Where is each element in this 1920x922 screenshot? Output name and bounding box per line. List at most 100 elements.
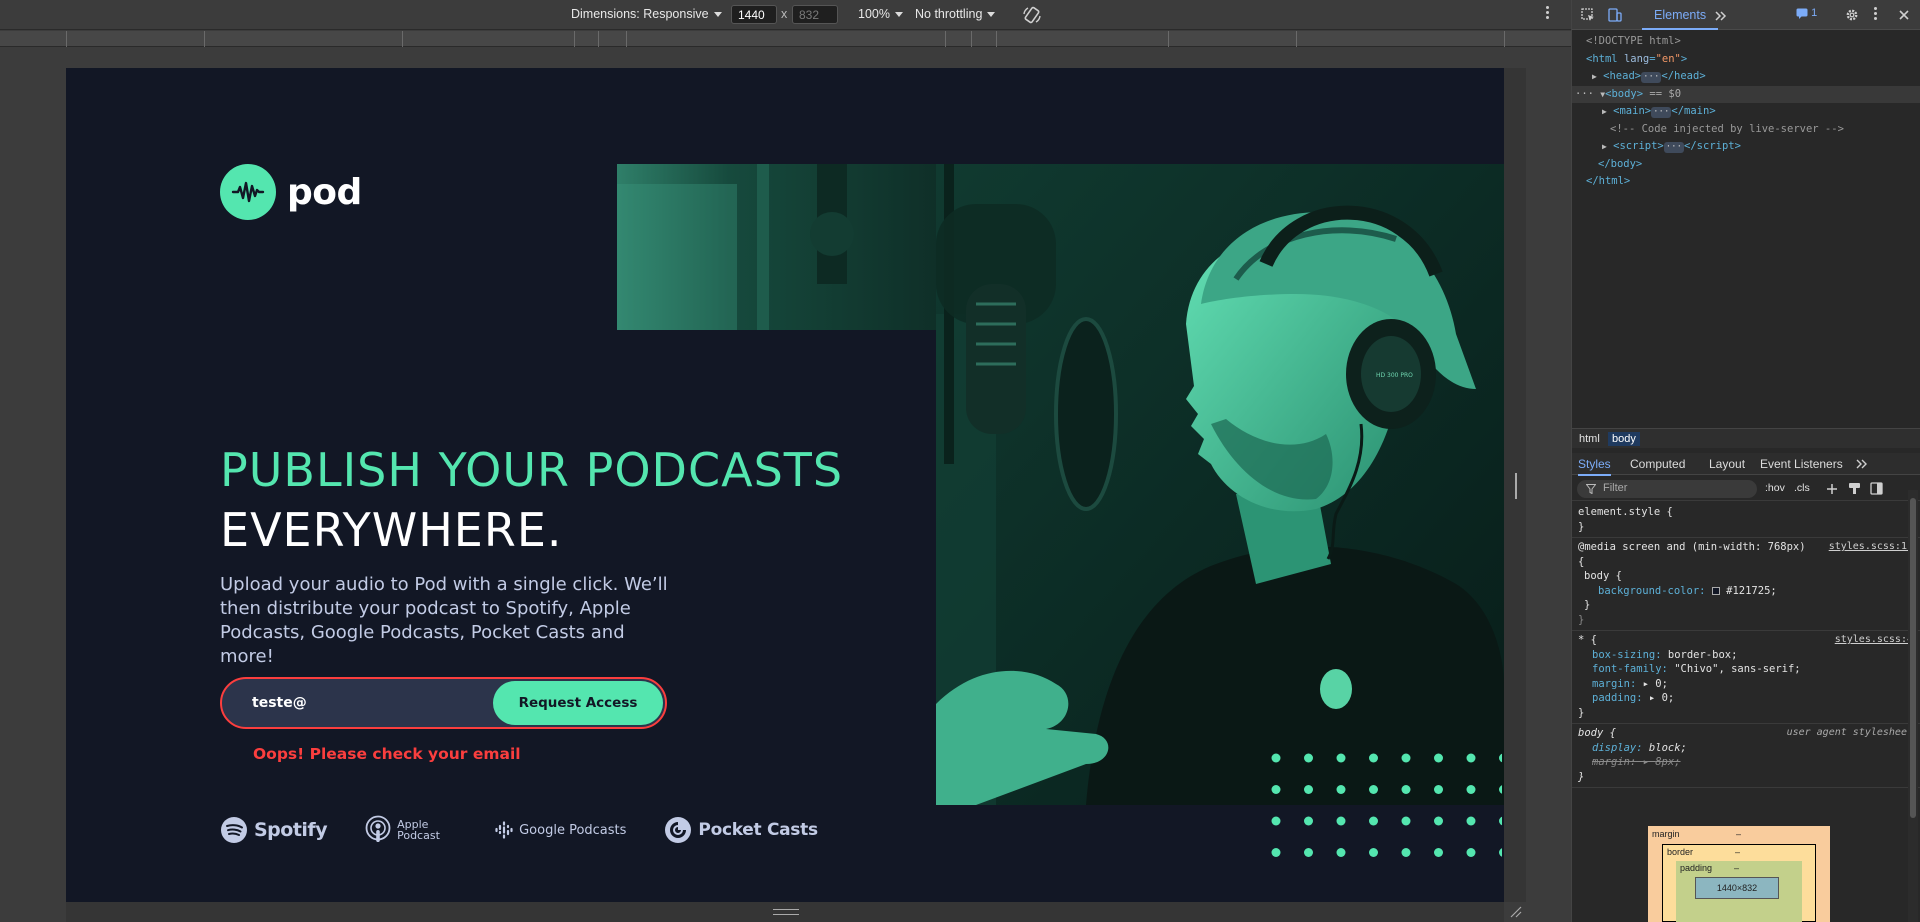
dom-html-close[interactable]: </html> — [1572, 173, 1920, 191]
platform-logos: Spotify Apple Podcast Google Podcasts Po… — [220, 810, 856, 850]
box-model-content[interactable]: 1440×832 — [1695, 877, 1779, 899]
box-model-padding-label: padding — [1680, 863, 1713, 873]
box-model-border-label: border — [1667, 847, 1694, 857]
color-swatch[interactable] — [1711, 586, 1720, 595]
rotate-icon[interactable] — [1022, 5, 1042, 25]
rule-selector: element.style { — [1578, 506, 1673, 518]
dom-comment[interactable]: <!-- Code injected by live-server --> — [1572, 121, 1920, 139]
zoom-dropdown[interactable]: 100% — [858, 7, 903, 21]
rule-element-style[interactable]: element.style { } — [1572, 503, 1920, 538]
rule-source-link[interactable]: styles.scss:4 — [1835, 633, 1913, 648]
request-access-button[interactable]: Request Access — [493, 681, 663, 725]
issues-badge[interactable]: 1 — [1796, 7, 1817, 19]
dom-script-node[interactable]: ▶ <script> ··· </script> — [1572, 138, 1920, 156]
filter-icon — [1586, 484, 1596, 494]
tab-styles[interactable]: Styles — [1578, 457, 1611, 476]
pattern-dot — [1434, 848, 1443, 857]
spotify-label: Spotify — [254, 819, 328, 841]
dom-html-node[interactable]: <html lang="en"> — [1572, 51, 1920, 69]
tab-elements[interactable]: Elements — [1642, 0, 1719, 30]
box-model-border-value: – — [1735, 847, 1741, 857]
grip-icon — [773, 909, 799, 915]
zoom-label: 100% — [858, 7, 890, 21]
tab-computed[interactable]: Computed — [1630, 457, 1685, 471]
more-tabs-icon[interactable] — [1714, 9, 1728, 23]
cls-toggle[interactable]: .cls — [1794, 482, 1810, 494]
email-error-message: Oops! Please check your email — [253, 745, 521, 763]
devtools-menu-icon[interactable] — [1874, 7, 1878, 23]
width-input[interactable]: 1440 — [731, 5, 777, 24]
css-declaration[interactable]: padding: ▸ 0; — [1578, 691, 1915, 706]
pattern-dot — [1499, 785, 1502, 794]
pattern-dot — [1336, 816, 1346, 826]
more-tabs-icon[interactable] — [1856, 459, 1868, 469]
pattern-dot — [1304, 785, 1313, 794]
rule-close: } — [1578, 613, 1585, 626]
more-options-icon[interactable] — [1546, 6, 1550, 22]
pod-logo[interactable]: pod — [220, 164, 362, 220]
styles-pane: element.style { } styles.scss:11 @media … — [1572, 503, 1920, 823]
pocket-casts-label: Pocket Casts — [698, 820, 818, 840]
height-input[interactable]: 832 — [792, 5, 838, 24]
dom-head-node[interactable]: ▶ <head> ··· </head> — [1572, 68, 1920, 86]
rule-selector: body { — [1584, 570, 1622, 582]
rule-universal[interactable]: styles.scss:4 * { box-sizing: border-box… — [1572, 631, 1920, 724]
styles-scrollbar[interactable] — [1908, 490, 1918, 922]
soundwave-icon — [220, 164, 276, 220]
css-declaration[interactable]: margin: ▸ 0; — [1578, 677, 1915, 692]
pattern-dot — [1401, 753, 1411, 763]
corner-resize-icon[interactable] — [1508, 904, 1522, 918]
css-declaration[interactable]: box-sizing: border-box; — [1578, 648, 1915, 663]
breadcrumb: html body — [1572, 428, 1920, 448]
breadcrumb-html[interactable]: html — [1575, 432, 1604, 446]
pattern-dot — [1434, 753, 1443, 763]
add-rule-icon[interactable] — [1826, 483, 1838, 495]
css-declaration-overridden[interactable]: margin: ▸ 8px; — [1578, 755, 1915, 770]
pattern-dot — [1499, 753, 1502, 763]
sidebar-toggle-icon[interactable] — [1870, 482, 1883, 495]
breadcrumb-body[interactable]: body — [1608, 432, 1640, 446]
tab-event-listeners[interactable]: Event Listeners — [1760, 457, 1843, 471]
apple-label-line2: Podcast — [397, 829, 440, 842]
styles-filter-input[interactable]: Filter — [1577, 480, 1757, 498]
box-model-margin-value: – — [1736, 829, 1742, 839]
podcaster-photo: HD 300 PRO — [936, 164, 1504, 805]
landing-page: pod HD 300 PRO PUBLISH YOUR PODCASTS EVE… — [66, 68, 1504, 902]
settings-gear-icon[interactable] — [1845, 8, 1859, 22]
dimensions-dropdown[interactable]: Dimensions: Responsive — [571, 7, 722, 21]
styles-filter-row: Filter :hov .cls — [1572, 477, 1920, 501]
rule-user-agent[interactable]: user agent stylesheet body { display: bl… — [1572, 724, 1920, 788]
dom-doctype[interactable]: <!DOCTYPE html> — [1572, 33, 1920, 51]
dom-main-node[interactable]: ▶ <main> ··· </main> — [1572, 103, 1920, 121]
tab-layout[interactable]: Layout — [1709, 457, 1745, 471]
rule-close: } — [1584, 599, 1591, 611]
media-query-bar[interactable] — [0, 31, 1571, 47]
hov-toggle[interactable]: :hov — [1765, 482, 1785, 494]
headline: PUBLISH YOUR PODCASTS EVERYWHERE. — [220, 440, 843, 560]
rule-close: } — [1578, 770, 1585, 783]
device-toggle-icon[interactable] — [1608, 8, 1622, 22]
css-declaration[interactable]: display: block; — [1578, 741, 1915, 756]
google-podcasts-icon — [495, 821, 513, 839]
dom-body-close[interactable]: </body> — [1572, 156, 1920, 174]
paint-brush-icon[interactable] — [1848, 482, 1861, 495]
dom-tree: <!DOCTYPE html> <html lang="en"> ▶ <head… — [1572, 30, 1920, 428]
throttling-label: No throttling — [915, 7, 983, 21]
headline-main: EVERYWHERE. — [220, 503, 563, 557]
inspect-element-icon[interactable] — [1581, 8, 1595, 22]
box-model-diagram: margin – border – padding – 1440×832 — [1648, 826, 1830, 922]
apple-podcast-logo: Apple Podcast — [365, 815, 457, 845]
email-input[interactable] — [252, 679, 482, 727]
css-declaration[interactable]: font-family: "Chivo", sans-serif; — [1578, 662, 1915, 677]
close-icon[interactable] — [1897, 8, 1911, 22]
rule-media-body[interactable]: styles.scss:11 @media screen and (min-wi… — [1572, 538, 1920, 631]
pattern-dot — [1304, 848, 1313, 857]
spotify-icon — [221, 817, 247, 843]
rule-source-link[interactable]: styles.scss:11 — [1829, 540, 1913, 555]
description: Upload your audio to Pod with a single c… — [220, 574, 668, 667]
throttling-dropdown[interactable]: No throttling — [915, 7, 996, 21]
pattern-dot — [1271, 816, 1281, 826]
css-declaration[interactable]: background-color: #121725; — [1578, 584, 1915, 599]
dom-body-node[interactable]: ··· ▼<body> == $0 — [1572, 85, 1920, 103]
pattern-dot — [1499, 816, 1502, 826]
